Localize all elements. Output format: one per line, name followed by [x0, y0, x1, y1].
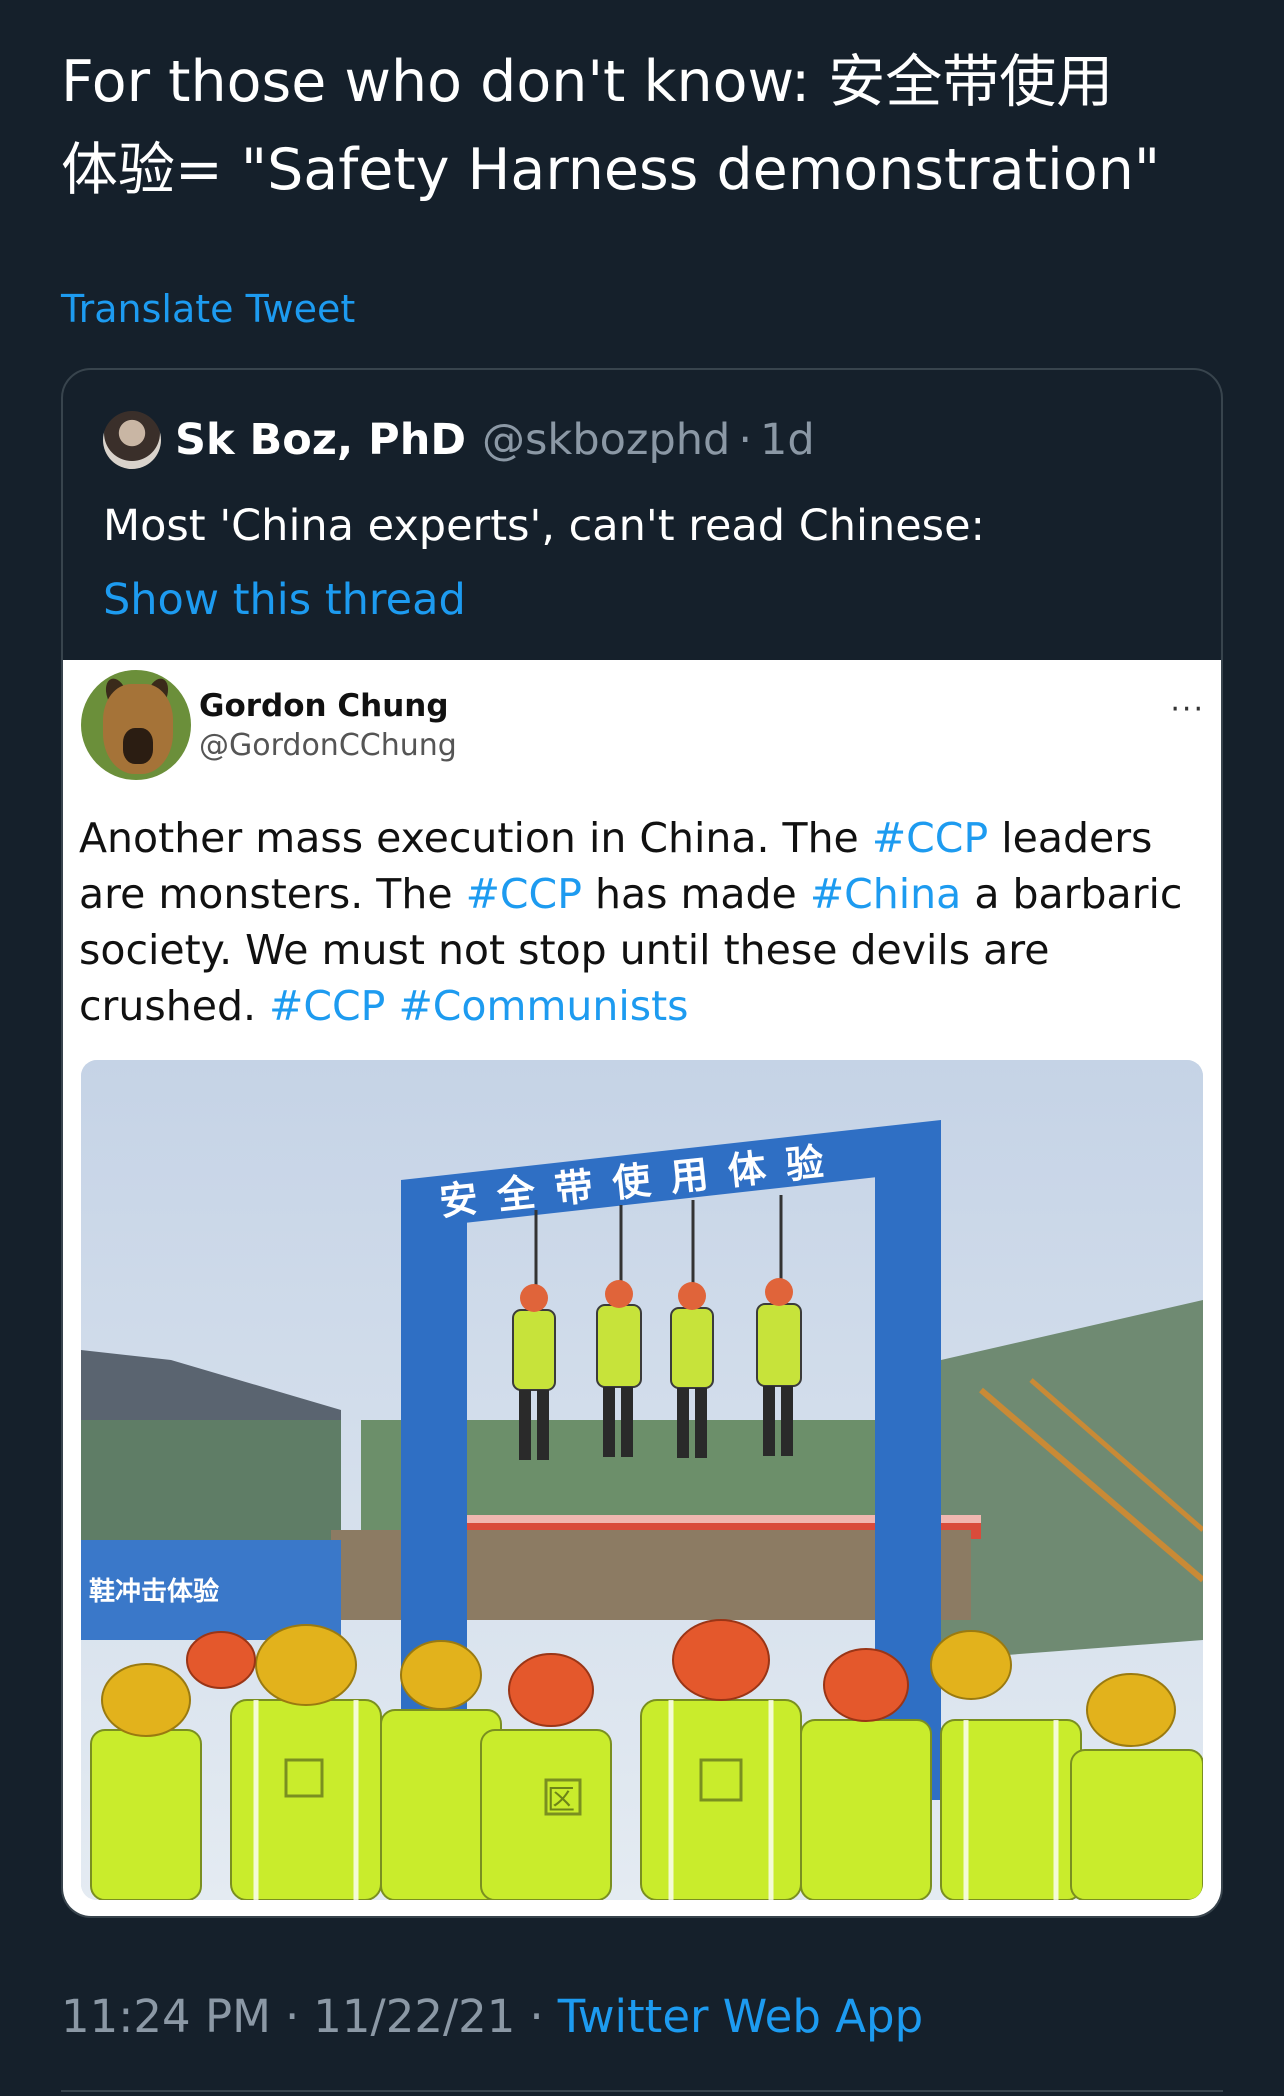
hashtag: #CCP	[465, 870, 582, 918]
embedded-author-name: Gordon Chung	[199, 688, 449, 724]
tweet-detail-page: For those who don't know: 安全带使用 体验= "Saf…	[0, 0, 1284, 2096]
embedded-tweet-text: Another mass execution in China. The #CC…	[79, 810, 1199, 1034]
translate-tweet-link[interactable]: Translate Tweet	[61, 284, 355, 334]
embedded-tweet-screenshot[interactable]: Gordon Chung @GordonCChung ··· Another m…	[63, 660, 1221, 1916]
avatar[interactable]	[103, 411, 161, 469]
tweet-text-line-2: 体验= "Safety Harness demonstration"	[61, 137, 1161, 203]
hashtag: #Communists	[398, 982, 689, 1030]
quoted-tweet-header: Sk Boz, PhD @skbozphd · 1d	[103, 410, 815, 470]
tweet-time[interactable]: 11:24 PM	[61, 1990, 271, 2043]
side-sign: 鞋冲击体验	[89, 1576, 219, 1607]
tweet-source-link[interactable]: Twitter Web App	[558, 1990, 923, 2043]
quoted-tweet[interactable]: Sk Boz, PhD @skbozphd · 1d Most 'China e…	[61, 368, 1223, 1918]
quoted-author-name[interactable]: Sk Boz, PhD	[175, 415, 466, 465]
hashtag: #China	[809, 870, 962, 918]
photo-illustration: 安全带使用体验 鞋冲击体验 区	[81, 1060, 1203, 1900]
quoted-author-handle[interactable]: @skbozphd	[482, 415, 730, 465]
dog-snout	[123, 728, 153, 764]
quoted-tweet-text: Most 'China experts', can't read Chinese…	[103, 501, 986, 551]
vest-mark: 区	[547, 1783, 575, 1816]
separator-dot: ·	[529, 1990, 544, 2043]
separator-dot: ·	[738, 415, 753, 465]
hashtag: #CCP	[871, 814, 989, 862]
embedded-author-handle: @GordonCChung	[199, 728, 457, 763]
avatar	[81, 670, 191, 780]
safety-harness-photo: 安全带使用体验 鞋冲击体验 区	[81, 1060, 1203, 1900]
separator-dot: ·	[284, 1990, 300, 2043]
more-icon: ···	[1170, 692, 1205, 727]
quoted-tweet-age[interactable]: 1d	[760, 415, 815, 465]
tweet-text-line-1: For those who don't know: 安全带使用	[61, 49, 1114, 115]
text-part: has made	[581, 870, 810, 918]
text-part: Another mass execution in China. The	[79, 814, 872, 862]
divider	[61, 2090, 1223, 2092]
show-thread-link[interactable]: Show this thread	[103, 570, 466, 630]
text-part	[385, 982, 398, 1030]
tweet-text: For those who don't know: 安全带使用 体验= "Saf…	[61, 38, 1231, 214]
hashtag: #CCP	[269, 982, 386, 1030]
tweet-metadata: 11:24 PM · 11/22/21 · Twitter Web App	[61, 1990, 923, 2043]
tweet-date[interactable]: 11/22/21	[313, 1990, 515, 2043]
